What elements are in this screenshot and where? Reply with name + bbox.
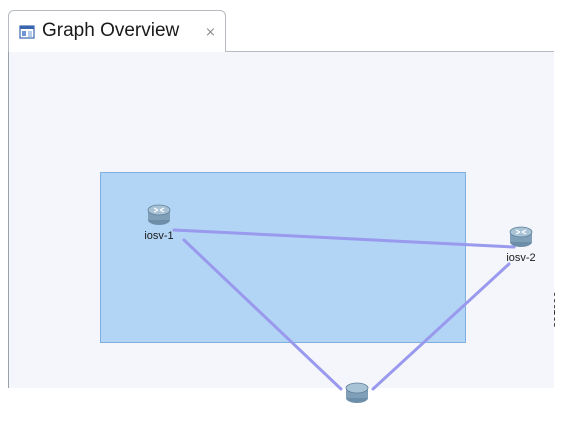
link-iosv2-node3 (371, 262, 511, 391)
router-icon (147, 204, 171, 226)
tab-title: Graph Overview (42, 20, 180, 41)
close-icon[interactable]: ⨯ (205, 25, 216, 39)
node-label: iosv-2 (506, 252, 536, 264)
router-icon (509, 226, 533, 248)
topology-links (172, 228, 516, 391)
link-iosv1-iosv2 (172, 228, 516, 249)
node-partial-bottom[interactable] (337, 382, 377, 426)
graph-view-icon (19, 24, 35, 40)
node-iosv-2[interactable]: iosv-2 (501, 226, 541, 270)
editor-tab-strip: Graph Overview ⨯ (0, 0, 556, 52)
node-iosv-1[interactable]: iosv-1 (139, 204, 179, 248)
router-icon (345, 382, 369, 404)
tab-graph-overview[interactable]: Graph Overview ⨯ (8, 10, 226, 52)
node-label: iosv-1 (144, 230, 174, 242)
link-iosv1-node3 (182, 238, 343, 391)
graph-overview-canvas[interactable]: iosv-1 iosv-2 (8, 51, 554, 403)
